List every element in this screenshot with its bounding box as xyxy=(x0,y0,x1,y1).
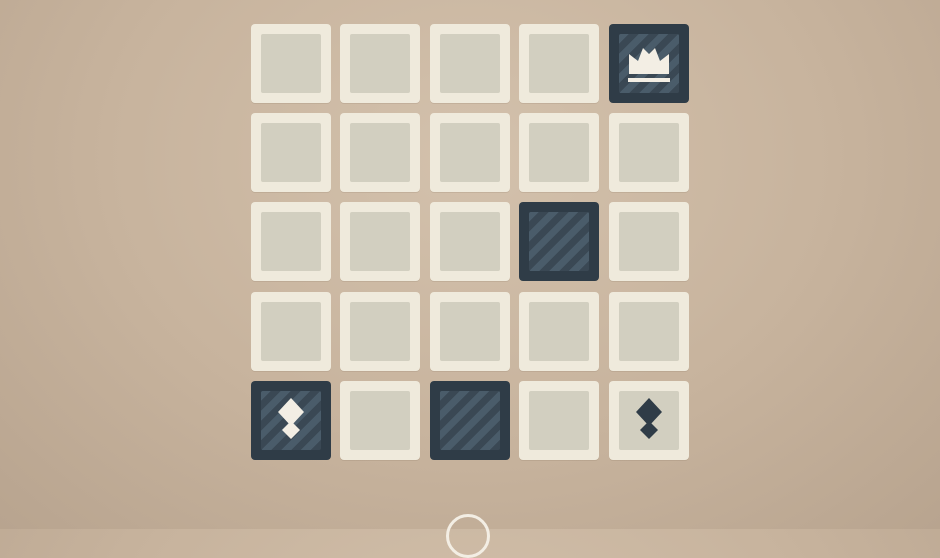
enemy-tile[interactable] xyxy=(609,381,689,460)
board-tile-r2-c4[interactable] xyxy=(519,113,599,192)
board-tile-r1-c2[interactable] xyxy=(340,24,420,103)
board-tile-r3-c2[interactable] xyxy=(340,202,420,281)
board-tile-r4-c3[interactable] xyxy=(430,292,510,371)
board-tile-r5-c2[interactable] xyxy=(340,381,420,460)
diamond-piece-icon xyxy=(636,398,662,439)
board-tile-r4-c1[interactable] xyxy=(251,292,331,371)
diamond-piece-icon xyxy=(278,398,304,439)
board-tile-r1-c3[interactable] xyxy=(430,24,510,103)
menu-circle-button[interactable] xyxy=(446,514,490,558)
blocked-tile xyxy=(430,381,510,460)
board-tile-r3-c5[interactable] xyxy=(609,202,689,281)
board-tile-r4-c4[interactable] xyxy=(519,292,599,371)
goal-tile[interactable] xyxy=(609,24,689,103)
board-tile-r5-c4[interactable] xyxy=(519,381,599,460)
board-tile-r1-c1[interactable] xyxy=(251,24,331,103)
board-tile-r3-c1[interactable] xyxy=(251,202,331,281)
board-tile-r4-c5[interactable] xyxy=(609,292,689,371)
board-tile-r2-c3[interactable] xyxy=(430,113,510,192)
blocked-tile xyxy=(519,202,599,281)
board-tile-r1-c4[interactable] xyxy=(519,24,599,103)
player-tile[interactable] xyxy=(251,381,331,460)
crown-icon xyxy=(628,48,670,82)
board-tile-r2-c5[interactable] xyxy=(609,113,689,192)
board-tile-r2-c1[interactable] xyxy=(251,113,331,192)
game-board xyxy=(251,24,689,461)
board-tile-r3-c3[interactable] xyxy=(430,202,510,281)
board-tile-r4-c2[interactable] xyxy=(340,292,420,371)
board-tile-r2-c2[interactable] xyxy=(340,113,420,192)
